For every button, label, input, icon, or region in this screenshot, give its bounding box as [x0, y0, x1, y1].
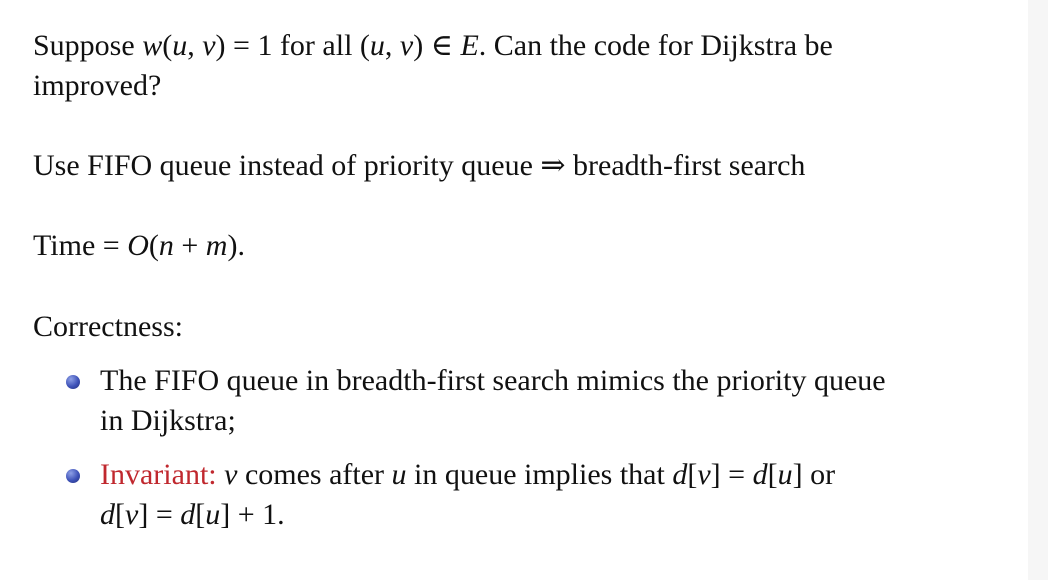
correctness-heading: Correctness:	[33, 310, 183, 343]
math-v: v	[224, 458, 238, 491]
math-O: O	[127, 229, 149, 262]
bullet-icon	[66, 469, 80, 483]
math-d: d	[752, 458, 768, 491]
slide: Suppose w(u, v) = 1 for all (u, v) ∈ E. …	[0, 0, 1028, 580]
text: +	[173, 229, 206, 262]
text	[217, 458, 225, 491]
text: ) = 1 for all (	[215, 29, 370, 62]
text: comes after	[237, 458, 392, 491]
question-line-2: improved?	[33, 69, 162, 102]
text: ) ∈	[413, 29, 461, 62]
math-v: v	[399, 29, 414, 62]
text: ] =	[710, 458, 753, 491]
bullet-2-line-1: Invariant: v comes after u in queue impl…	[100, 455, 835, 495]
text: [	[115, 498, 125, 531]
time-line: Time = O(n + m).	[33, 226, 245, 266]
math-n: n	[158, 229, 174, 262]
answer-line: Use FIFO queue instead of priority queue…	[33, 149, 806, 182]
math-v: v	[697, 458, 711, 491]
math-v: v	[202, 29, 216, 62]
math-v: v	[125, 498, 139, 531]
math-u: u	[777, 458, 793, 491]
math-d: d	[672, 458, 688, 491]
math-d: d	[100, 498, 115, 531]
text: ] + 1.	[220, 498, 285, 531]
bullet-2-line-2: d[v] = d[u] + 1.	[100, 495, 285, 535]
math-m: m	[205, 229, 228, 262]
text: ] or	[792, 458, 836, 491]
math-u: u	[369, 29, 385, 62]
bullet-1-line-1: The FIFO queue in breadth-first search m…	[100, 364, 886, 397]
text: in queue implies that	[406, 458, 673, 491]
text: ,	[384, 29, 400, 62]
math-u: u	[391, 458, 407, 491]
text: [	[195, 498, 206, 531]
text: Suppose	[33, 29, 143, 62]
invariant-label: Invariant:	[100, 458, 217, 491]
question-line-1: Suppose w(u, v) = 1 for all (u, v) ∈ E. …	[33, 26, 833, 66]
math-w: w	[142, 29, 163, 62]
text: ).	[227, 229, 245, 262]
page-edge	[1028, 0, 1048, 580]
math-d: d	[180, 498, 196, 531]
text: (	[148, 229, 159, 262]
bullet-icon	[66, 375, 80, 389]
text: ] =	[138, 498, 181, 531]
bullet-1-line-2: in Dijkstra;	[100, 404, 236, 437]
text: ,	[187, 29, 203, 62]
text: Time =	[33, 229, 128, 262]
text: [	[687, 458, 698, 491]
math-E: E	[460, 29, 479, 62]
math-u: u	[205, 498, 221, 531]
text: [	[767, 458, 778, 491]
math-u: u	[172, 29, 188, 62]
text: (	[162, 29, 173, 62]
text: . Can the code for Dijkstra be	[478, 29, 833, 62]
